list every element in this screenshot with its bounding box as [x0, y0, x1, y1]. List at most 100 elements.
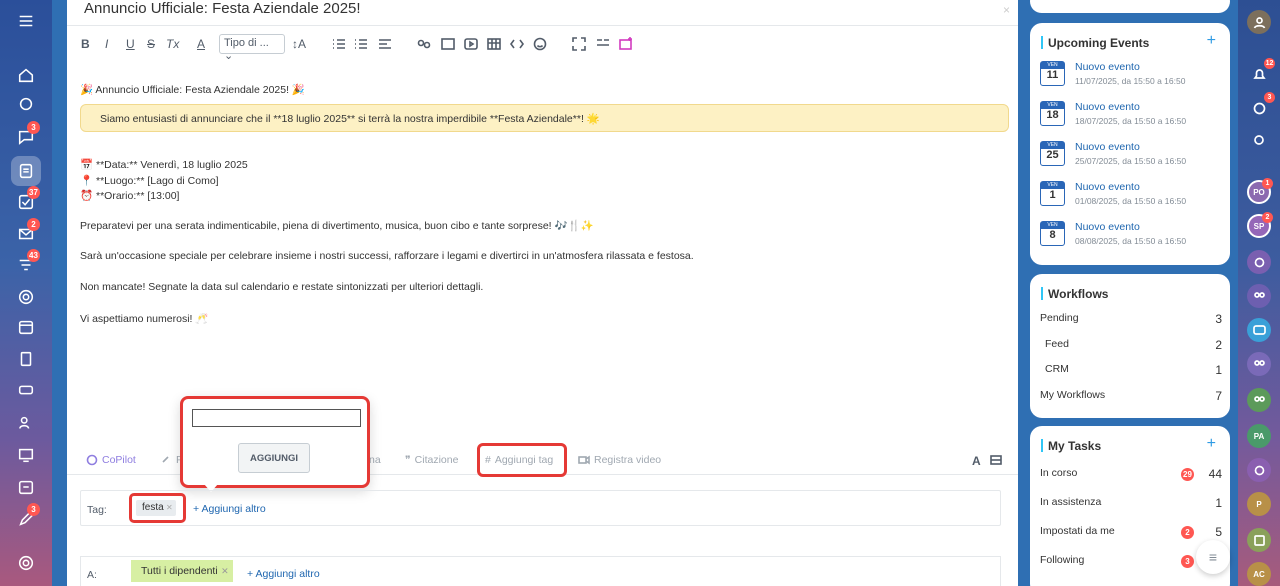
font-size-button[interactable]: ↕A — [292, 35, 306, 53]
clear-format-button[interactable]: Tx — [166, 35, 179, 53]
contacts-icon[interactable] — [11, 408, 41, 438]
recipients-row: A: Tutti i dipendenti ✕ + Aggiungi altro — [80, 556, 1001, 586]
event-time: 11/07/2025, da 15:50 a 16:50 — [1075, 76, 1186, 86]
table-icon[interactable] — [487, 35, 501, 53]
calendar-icon[interactable] — [11, 312, 41, 342]
add-event-button[interactable]: + — [1207, 32, 1216, 50]
event-item[interactable]: VEN 25 Nuovo evento 25/07/2025, da 15:50 … — [1040, 141, 1225, 175]
add-task-button[interactable]: + — [1207, 435, 1216, 453]
record-video-button[interactable]: Registra video — [578, 454, 661, 466]
event-name[interactable]: Nuovo evento — [1075, 181, 1140, 193]
content-paragraph-4: Vi aspettiamo numerosi! 🥂 — [80, 313, 209, 325]
bell-icon[interactable]: 12 — [1247, 58, 1275, 86]
mention-button[interactable]: na — [369, 454, 381, 466]
chat-bubble-icon[interactable] — [1247, 318, 1271, 342]
bbcode-icon[interactable] — [596, 35, 610, 53]
avatar-p[interactable]: P — [1247, 492, 1271, 516]
workflow-row-feed[interactable]: Feed 2 — [1040, 338, 1222, 352]
add-more-tag-link[interactable]: + Aggiungi altro — [193, 503, 266, 515]
list-menu-icon[interactable]: ≡ — [1196, 540, 1230, 574]
recipient-chip[interactable]: Tutti i dipendenti ✕ — [131, 560, 233, 582]
chat-icon[interactable]: 3 — [11, 121, 41, 152]
home-icon[interactable] — [11, 60, 41, 90]
schedule-icon[interactable] — [11, 472, 41, 502]
workflow-row-my-workflows[interactable]: My Workflows 7 — [1040, 389, 1222, 403]
drive-icon[interactable] — [11, 375, 41, 405]
strike-button[interactable]: S — [147, 35, 155, 53]
edit-badge: 3 — [27, 503, 40, 516]
event-item[interactable]: VEN 8 Nuovo evento 08/08/2025, da 15:50 a… — [1040, 221, 1225, 255]
mail-icon[interactable]: 2 — [11, 218, 41, 249]
task-row-set-by-me[interactable]: Impostati da me 2 5 — [1040, 525, 1222, 539]
event-item[interactable]: VEN 1 Nuovo evento 01/08/2025, da 15:50 a… — [1040, 181, 1225, 215]
font-color-button[interactable]: A — [197, 35, 205, 53]
task-row-assisting[interactable]: In assistenza 1 — [1040, 496, 1222, 510]
add-button[interactable]: AGGIUNGI — [238, 443, 310, 473]
avatar-ac[interactable]: AC — [1247, 562, 1271, 586]
event-name[interactable]: Nuovo evento — [1075, 61, 1140, 73]
style-select[interactable]: Tipo di ... ⌄ — [219, 34, 285, 62]
align-icon[interactable] — [378, 35, 392, 53]
filter-icon[interactable]: 43 — [11, 249, 41, 280]
tasks-icon[interactable]: 37 — [11, 186, 41, 217]
calendar-day-icon: VEN 25 — [1040, 141, 1065, 166]
avatar-sp[interactable]: SP 2 — [1247, 212, 1273, 238]
copilot-circle-icon[interactable] — [1247, 250, 1271, 274]
target-icon[interactable] — [11, 282, 41, 312]
event-item[interactable]: VEN 18 Nuovo evento 18/07/2025, da 15:50 … — [1040, 101, 1225, 135]
user-avatar[interactable] — [1247, 10, 1271, 34]
event-name[interactable]: Nuovo evento — [1075, 101, 1140, 113]
chat-badge: 3 — [27, 121, 40, 134]
task-badge: 3 — [1181, 555, 1194, 568]
avatar-po[interactable]: PO 1 — [1247, 178, 1273, 204]
group-icon[interactable] — [1247, 352, 1271, 376]
avatar-pa[interactable]: PA — [1247, 424, 1271, 448]
post-title[interactable]: Annuncio Ufficiale: Festa Aziendale 2025… — [84, 0, 361, 17]
edit-icon[interactable]: 3 — [11, 503, 41, 534]
group-icon[interactable] — [1247, 388, 1271, 412]
copilot-button[interactable]: CoPilot — [86, 454, 136, 466]
tag-input[interactable] — [192, 409, 361, 427]
copilot-icon[interactable] — [11, 89, 41, 119]
remove-recipient-icon[interactable]: ✕ — [221, 560, 229, 582]
layout-icon[interactable] — [990, 454, 1002, 466]
fullscreen-icon[interactable] — [572, 35, 586, 53]
bullet-list-icon[interactable] — [354, 35, 368, 53]
close-icon[interactable]: × — [1003, 3, 1010, 17]
tasks-badge: 37 — [27, 186, 40, 199]
video-icon[interactable] — [464, 35, 478, 53]
tag-chip[interactable]: festa ✕ — [136, 500, 176, 516]
citation-button[interactable]: ❞ Citazione — [405, 454, 458, 466]
remove-tag-icon[interactable]: ✕ — [166, 500, 173, 516]
workflow-row-pending[interactable]: Pending 3 — [1040, 312, 1222, 326]
menu-icon[interactable] — [11, 6, 41, 36]
copilot-chat-icon[interactable]: 3 — [1247, 92, 1275, 120]
add-more-recipient-link[interactable]: + Aggiungi altro — [247, 568, 320, 580]
image-icon[interactable] — [441, 35, 455, 53]
text-size-button[interactable]: A — [972, 454, 981, 468]
group-icon[interactable] — [1247, 284, 1271, 308]
magic-image-icon[interactable] — [619, 35, 633, 53]
search-icon[interactable] — [1247, 128, 1271, 152]
my-tasks-title: My Tasks — [1040, 439, 1102, 453]
emoji-icon[interactable] — [533, 35, 547, 53]
tag-chip-highlight: festa ✕ — [129, 493, 186, 523]
feed-icon[interactable] — [11, 156, 41, 186]
link-icon[interactable] — [417, 35, 431, 53]
task-row-in-progress[interactable]: In corso 29 44 — [1040, 467, 1222, 481]
task-row-following[interactable]: Following 3 — [1040, 554, 1222, 568]
document-icon[interactable] — [11, 344, 41, 374]
workflow-row-crm[interactable]: CRM 1 — [1040, 363, 1222, 377]
event-name[interactable]: Nuovo evento — [1075, 221, 1140, 233]
italic-button[interactable]: I — [105, 35, 108, 53]
bold-button[interactable]: B — [81, 35, 90, 53]
ordered-list-icon[interactable] — [332, 35, 346, 53]
settings-icon[interactable] — [11, 548, 41, 578]
task-check-icon[interactable] — [1247, 528, 1271, 552]
copilot-circle-icon[interactable] — [1247, 458, 1271, 482]
event-item[interactable]: VEN 11 Nuovo evento 11/07/2025, da 15:50 … — [1040, 61, 1225, 95]
underline-button[interactable]: U — [126, 35, 135, 53]
code-icon[interactable] — [510, 35, 524, 53]
shop-icon[interactable] — [11, 440, 41, 470]
event-name[interactable]: Nuovo evento — [1075, 141, 1140, 153]
